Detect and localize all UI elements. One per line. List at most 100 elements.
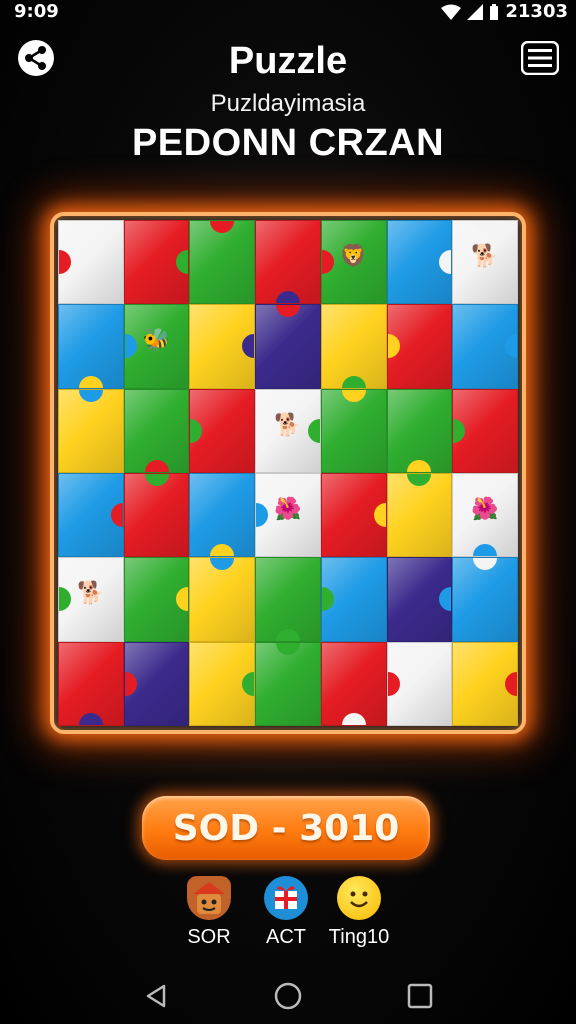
puzzle-piece[interactable] <box>386 641 453 726</box>
recents-icon <box>407 983 433 1009</box>
wifi-icon <box>441 4 462 20</box>
puzzle-piece[interactable] <box>386 388 453 473</box>
page-subtitle: Puzldayimasia <box>210 90 366 117</box>
puzzle-piece[interactable] <box>189 304 256 389</box>
score-button[interactable]: SOD - 3010 <box>142 796 430 860</box>
puzzle-piece[interactable] <box>189 388 256 473</box>
piece-knob <box>144 474 169 486</box>
puzzle-piece[interactable] <box>320 473 387 558</box>
piece-picture-icon: 🐕 <box>471 243 499 268</box>
piece-knob <box>439 250 452 275</box>
puzzle-piece[interactable] <box>320 304 387 389</box>
puzzle-piece[interactable]: 🐕 <box>58 557 124 642</box>
puzzle-piece[interactable] <box>123 388 190 473</box>
piece-knob <box>275 291 300 304</box>
piece-knob <box>78 375 103 388</box>
piece-knob <box>321 250 334 275</box>
puzzle-piece[interactable] <box>320 557 387 642</box>
piece-knob <box>473 544 498 557</box>
status-time: 9:09 <box>14 1 59 22</box>
piece-knob <box>124 334 137 359</box>
puzzle-piece[interactable] <box>320 388 387 473</box>
puzzle-piece[interactable]: 🐕 <box>452 220 518 305</box>
puzzle-piece[interactable]: 🐝 <box>123 304 190 389</box>
gift-box-icon <box>264 876 308 920</box>
piece-knob <box>210 221 235 233</box>
house-face-icon <box>187 876 231 920</box>
nav-back-button[interactable] <box>136 976 176 1016</box>
puzzle-piece[interactable] <box>123 557 190 642</box>
puzzle-piece[interactable] <box>58 304 124 389</box>
puzzle-piece[interactable] <box>452 641 518 726</box>
puzzle-piece[interactable] <box>452 304 518 389</box>
piece-knob <box>453 418 466 443</box>
piece-knob <box>124 671 137 696</box>
puzzle-piece[interactable] <box>452 557 518 642</box>
puzzle-piece[interactable] <box>386 220 453 305</box>
piece-knob <box>210 558 235 571</box>
puzzle-piece[interactable] <box>255 557 321 642</box>
puzzle-piece[interactable] <box>189 557 256 642</box>
piece-knob <box>439 587 452 612</box>
puzzle-piece[interactable] <box>58 388 124 473</box>
home-icon <box>274 982 302 1010</box>
piece-picture-icon: 🌺 <box>274 496 302 521</box>
piece-knob <box>275 628 300 641</box>
puzzle-piece[interactable] <box>189 220 256 305</box>
puzzle-piece[interactable] <box>255 304 321 389</box>
piece-knob <box>256 503 269 528</box>
page-title: Puzzle <box>228 40 348 82</box>
puzzle-piece[interactable] <box>255 220 321 305</box>
puzzle-piece[interactable] <box>386 557 453 642</box>
piece-picture-icon: 🌺 <box>471 496 499 521</box>
piece-knob <box>387 671 400 696</box>
status-bar: 9:09 21303 <box>0 0 576 22</box>
puzzle-piece[interactable]: 🌺 <box>255 473 321 558</box>
puzzle-board[interactable]: 🦁 🐕 🐝 🐕 🌺 🌺 🐕 <box>58 220 518 726</box>
puzzle-piece[interactable]: 🦁 <box>320 220 387 305</box>
piece-knob <box>407 460 432 472</box>
piece-knob <box>58 250 71 275</box>
piece-knob <box>242 334 255 359</box>
piece-knob <box>144 460 169 472</box>
piece-knob <box>210 544 235 557</box>
puzzle-piece[interactable] <box>123 220 190 305</box>
piece-knob <box>341 375 366 388</box>
puzzle-piece[interactable] <box>123 473 190 558</box>
system-nav-bar <box>0 968 576 1024</box>
puzzle-piece[interactable] <box>255 641 321 726</box>
piece-picture-icon: 🐕 <box>77 580 105 606</box>
piece-knob <box>407 474 432 486</box>
puzzle-piece[interactable] <box>58 473 124 558</box>
status-clock: 21303 <box>505 1 568 22</box>
puzzle-piece[interactable] <box>123 641 190 726</box>
battery-icon <box>490 3 499 20</box>
puzzle-name: PEDONN CRZAN <box>131 122 445 164</box>
puzzle-piece[interactable]: 🐕 <box>255 388 321 473</box>
piece-picture-icon: 🐕 <box>274 411 302 437</box>
piece-knob <box>190 418 203 443</box>
bottom-action-label: Ting10 <box>328 926 390 948</box>
nav-recents-button[interactable] <box>400 976 440 1016</box>
puzzle-piece[interactable] <box>386 473 453 558</box>
signal-icon <box>467 3 484 20</box>
puzzle-piece[interactable] <box>189 641 256 726</box>
piece-knob <box>321 587 334 612</box>
bottom-action-ting10[interactable]: Ting10 <box>314 876 404 949</box>
puzzle-piece[interactable] <box>386 304 453 389</box>
piece-knob <box>275 642 300 655</box>
nav-home-button[interactable] <box>268 976 308 1016</box>
piece-knob <box>387 334 400 359</box>
puzzle-piece[interactable] <box>58 220 124 305</box>
piece-knob <box>78 713 103 725</box>
puzzle-piece[interactable] <box>189 473 256 558</box>
puzzle-piece[interactable] <box>58 641 124 726</box>
puzzle-piece[interactable] <box>320 641 387 726</box>
puzzle-piece[interactable]: 🌺 <box>452 473 518 558</box>
piece-knob <box>176 587 189 612</box>
piece-knob <box>473 558 498 571</box>
puzzle-piece[interactable] <box>452 388 518 473</box>
back-icon <box>146 984 166 1008</box>
piece-picture-icon: 🦁 <box>339 243 368 268</box>
piece-knob <box>307 418 320 443</box>
